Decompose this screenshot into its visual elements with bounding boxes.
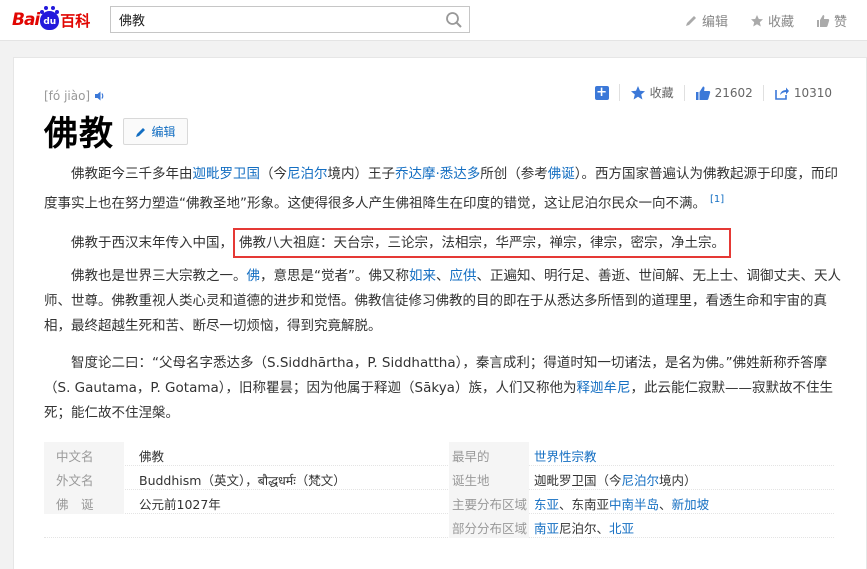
link-shakyamuni[interactable]: 释迦牟尼: [576, 380, 630, 396]
text: 、: [436, 268, 450, 284]
fav-label: 收藏: [649, 86, 674, 100]
text: 所创（参考: [480, 166, 548, 182]
top-fav-button[interactable]: 收藏: [750, 11, 794, 30]
top-bar: Bai du 百科 编辑 收藏 赞: [0, 0, 867, 41]
like-button[interactable]: 21602: [683, 84, 763, 101]
pencil-icon: [685, 15, 696, 26]
star-icon: [630, 85, 645, 99]
star-icon: [750, 14, 763, 26]
thumbs-up-icon: [695, 86, 710, 100]
reference-link[interactable]: [1]: [710, 194, 724, 205]
info-label: 最早的: [452, 449, 490, 464]
info-value: 佛教: [139, 449, 165, 464]
info-row: 佛 诞 公元前1027年 主要分布区域 东亚、东南亚中南半岛、新加坡: [44, 490, 834, 514]
link-indochina[interactable]: 中南半岛: [609, 497, 659, 512]
logo-paw-icon: du: [40, 5, 60, 30]
link-south-asia[interactable]: 南亚: [534, 521, 559, 536]
text: 境内）王子: [327, 166, 396, 182]
link-nepal[interactable]: 尼泊尔: [287, 166, 328, 182]
entry-card: [fó jiào] 佛教 编辑 + 收藏 21602 10310 佛教距今三千多…: [13, 57, 867, 569]
like-count: 21602: [714, 85, 753, 100]
link-kapilavastu[interactable]: 迦毗罗卫国: [193, 166, 261, 182]
text: ，意思是“觉者”。佛又称: [260, 268, 409, 284]
info-label: 部分分布区域: [452, 521, 528, 536]
top-like-label: 赞: [833, 15, 847, 30]
link-singapore[interactable]: 新加坡: [672, 497, 710, 512]
edit-button[interactable]: 编辑: [123, 118, 188, 145]
paragraph-origin: 佛教距今三千多年由迦毗罗卫国（今尼泊尔境内）王子乔达摩·悉达多所创（参考佛诞）。…: [44, 162, 844, 217]
info-row: 外文名 Buddhism（英文），बौद्धधर्मः（梵文） 诞生地 迦毗罗卫…: [44, 466, 834, 490]
pinyin-text: [fó jiào]: [44, 89, 91, 103]
thumbs-up-icon: [816, 14, 830, 27]
link-east-asia[interactable]: 东亚: [534, 497, 559, 512]
info-label: 中文名: [56, 449, 94, 464]
text: 佛教于西汉末年传入中国，: [71, 235, 233, 251]
link-world[interactable]: 世界性: [534, 449, 572, 464]
logo-bai-text: Bai: [12, 10, 40, 30]
text: 佛教也是世界三大宗教之一。: [71, 268, 247, 284]
info-value: 尼泊尔、: [559, 521, 610, 536]
text: 佛教距今三千多年由: [71, 166, 193, 182]
info-label: 诞生地: [452, 473, 490, 488]
page-title: 佛教: [44, 114, 114, 154]
plus-icon: +: [594, 84, 609, 100]
paragraph-treatise: 智度论二曰：“父母名字悉达多（S.Siddhārtha，P. Siddhatth…: [44, 351, 844, 426]
entry-tools: + 收藏 21602 10310: [585, 84, 842, 101]
top-like-button[interactable]: 赞: [816, 11, 847, 30]
info-row: 部分分布区域 南亚尼泊尔、北亚: [44, 514, 834, 538]
info-label: 外文名: [56, 473, 94, 488]
edit-button-label: 编辑: [151, 125, 176, 139]
link-buddha-birthday[interactable]: 佛诞: [548, 166, 575, 182]
search-box: [110, 6, 470, 33]
search-input[interactable]: [111, 7, 431, 32]
link-tathagata[interactable]: 如来: [409, 268, 436, 284]
info-value: Buddhism（英文），बौद्धधर्मः（梵文）: [139, 473, 346, 488]
fav-button[interactable]: 收藏: [618, 84, 684, 101]
top-edit-button[interactable]: 编辑: [684, 11, 728, 30]
top-actions: 编辑 收藏 赞: [684, 0, 847, 41]
add-button[interactable]: +: [585, 84, 619, 100]
link-north-asia[interactable]: 北亚: [609, 521, 634, 536]
info-label: 主要分布区域: [452, 497, 528, 512]
info-value: 、东南亚: [559, 497, 610, 512]
info-value: 、: [659, 497, 672, 512]
link-arhat[interactable]: 应供: [450, 268, 477, 284]
pencil-icon: [136, 127, 146, 137]
link-buddha[interactable]: 佛: [247, 268, 261, 284]
pinyin: [fó jiào]: [44, 89, 106, 103]
link-nepal[interactable]: 尼泊尔: [622, 473, 660, 488]
share-count: 10310: [793, 85, 832, 100]
baidu-baike-logo[interactable]: Bai du 百科: [12, 5, 91, 34]
share-icon: [775, 87, 789, 100]
info-label: 佛 诞: [56, 497, 94, 512]
search-icon[interactable]: [445, 11, 463, 29]
paragraph-world-religion: 佛教也是世界三大宗教之一。佛，意思是“觉者”。佛又称如来、应供、正遍知、明行足、…: [44, 264, 844, 339]
info-value: 迦毗罗卫国（今: [534, 473, 622, 488]
highlighted-eight-schools: 佛教八大祖庭：天台宗，三论宗，法相宗，华严宗，禅宗，律宗，密宗，净土宗。: [233, 228, 731, 258]
info-value: 境内）: [659, 473, 697, 488]
text: （今: [260, 166, 287, 182]
link-siddhartha[interactable]: 乔达摩·悉达多: [395, 166, 480, 182]
top-edit-label: 编辑: [701, 15, 728, 30]
logo-baike-text: 百科: [60, 11, 91, 30]
speaker-icon[interactable]: [94, 90, 106, 102]
top-fav-label: 收藏: [767, 15, 794, 30]
paragraph-china: 佛教于西汉末年传入中国， 佛教八大祖庭：天台宗，三论宗，法相宗，华严宗，禅宗，律宗…: [44, 228, 844, 258]
link-religion[interactable]: 宗教: [572, 449, 597, 464]
info-value: 公元前1027年: [139, 497, 221, 512]
share-button[interactable]: 10310: [762, 84, 842, 101]
info-row: 中文名 佛教 最早的 世界性宗教: [44, 442, 834, 466]
